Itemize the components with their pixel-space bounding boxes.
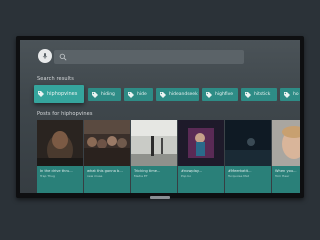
tag-icon (92, 91, 98, 98)
chip-label: highfive (215, 92, 234, 97)
post-author: Tom Haer (275, 174, 290, 178)
post-thumbnail (225, 120, 271, 166)
post-author: Media ET (134, 174, 148, 178)
tv-brand-logo (150, 196, 170, 199)
post-title: #nowplay... (181, 169, 202, 173)
search-icon (59, 53, 67, 61)
chip-highfive[interactable]: highfive (202, 88, 238, 101)
post-title: In the drive thru... (40, 169, 73, 173)
tag-icon (160, 91, 166, 98)
chip-hitstick[interactable]: hitstick (241, 88, 277, 101)
post-author: Turquoise Mat (228, 174, 249, 178)
tag-icon (284, 91, 290, 98)
chip-label: hide (137, 92, 147, 97)
post-author: Pop bo (181, 174, 192, 178)
post-author: Trap Thug (40, 174, 55, 178)
post-author: new muse (87, 174, 103, 178)
post-card[interactable]: When you... Tom Haer (272, 120, 300, 193)
chip-label: hiphopvines (47, 91, 78, 97)
chip-label: hiding (101, 92, 115, 97)
post-thumbnail (37, 120, 83, 166)
chip-label: hideandseek (169, 92, 198, 97)
voice-search-button[interactable] (38, 49, 52, 63)
post-title: Tricking time... (134, 169, 161, 173)
tag-icon (245, 91, 251, 98)
post-card[interactable]: what this gonna b... new muse (84, 120, 130, 193)
chip-hide[interactable]: hide (124, 88, 153, 101)
microphone-icon (42, 53, 48, 59)
search-results-chip-row: hiphopvines hiding hide hideandseek high… (34, 85, 300, 103)
chip-partial[interactable]: ho (280, 88, 300, 101)
chip-hideandseek[interactable]: hideandseek (156, 88, 199, 101)
chip-label: ho (293, 92, 299, 97)
tag-icon (128, 91, 134, 98)
chip-hiding[interactable]: hiding (88, 88, 121, 101)
post-thumbnail (178, 120, 224, 166)
chip-hiphopvines[interactable]: hiphopvines (34, 85, 84, 103)
tv-screen: Search results hiphopvines hiding hide h… (20, 40, 300, 193)
post-title: what this gonna b... (87, 169, 123, 173)
post-title: When you... (275, 169, 297, 173)
posts-section-label: Posts for hiphopvines (37, 111, 93, 117)
post-card[interactable]: #Meerkatit... Turquoise Mat (225, 120, 271, 193)
tag-icon (206, 91, 212, 98)
chip-label: hitstick (254, 92, 271, 97)
post-thumbnail (131, 120, 177, 166)
post-card[interactable]: #nowplay... Pop bo (178, 120, 224, 193)
search-results-label: Search results (37, 76, 74, 82)
post-thumbnail (272, 120, 300, 166)
post-card[interactable]: Tricking time... Media ET (131, 120, 177, 193)
post-title: #Meerkatit... (228, 169, 252, 173)
post-thumbnail (84, 120, 130, 166)
tag-icon (38, 91, 44, 97)
post-card[interactable]: In the drive thru... Trap Thug (37, 120, 83, 193)
search-input[interactable] (54, 50, 244, 64)
